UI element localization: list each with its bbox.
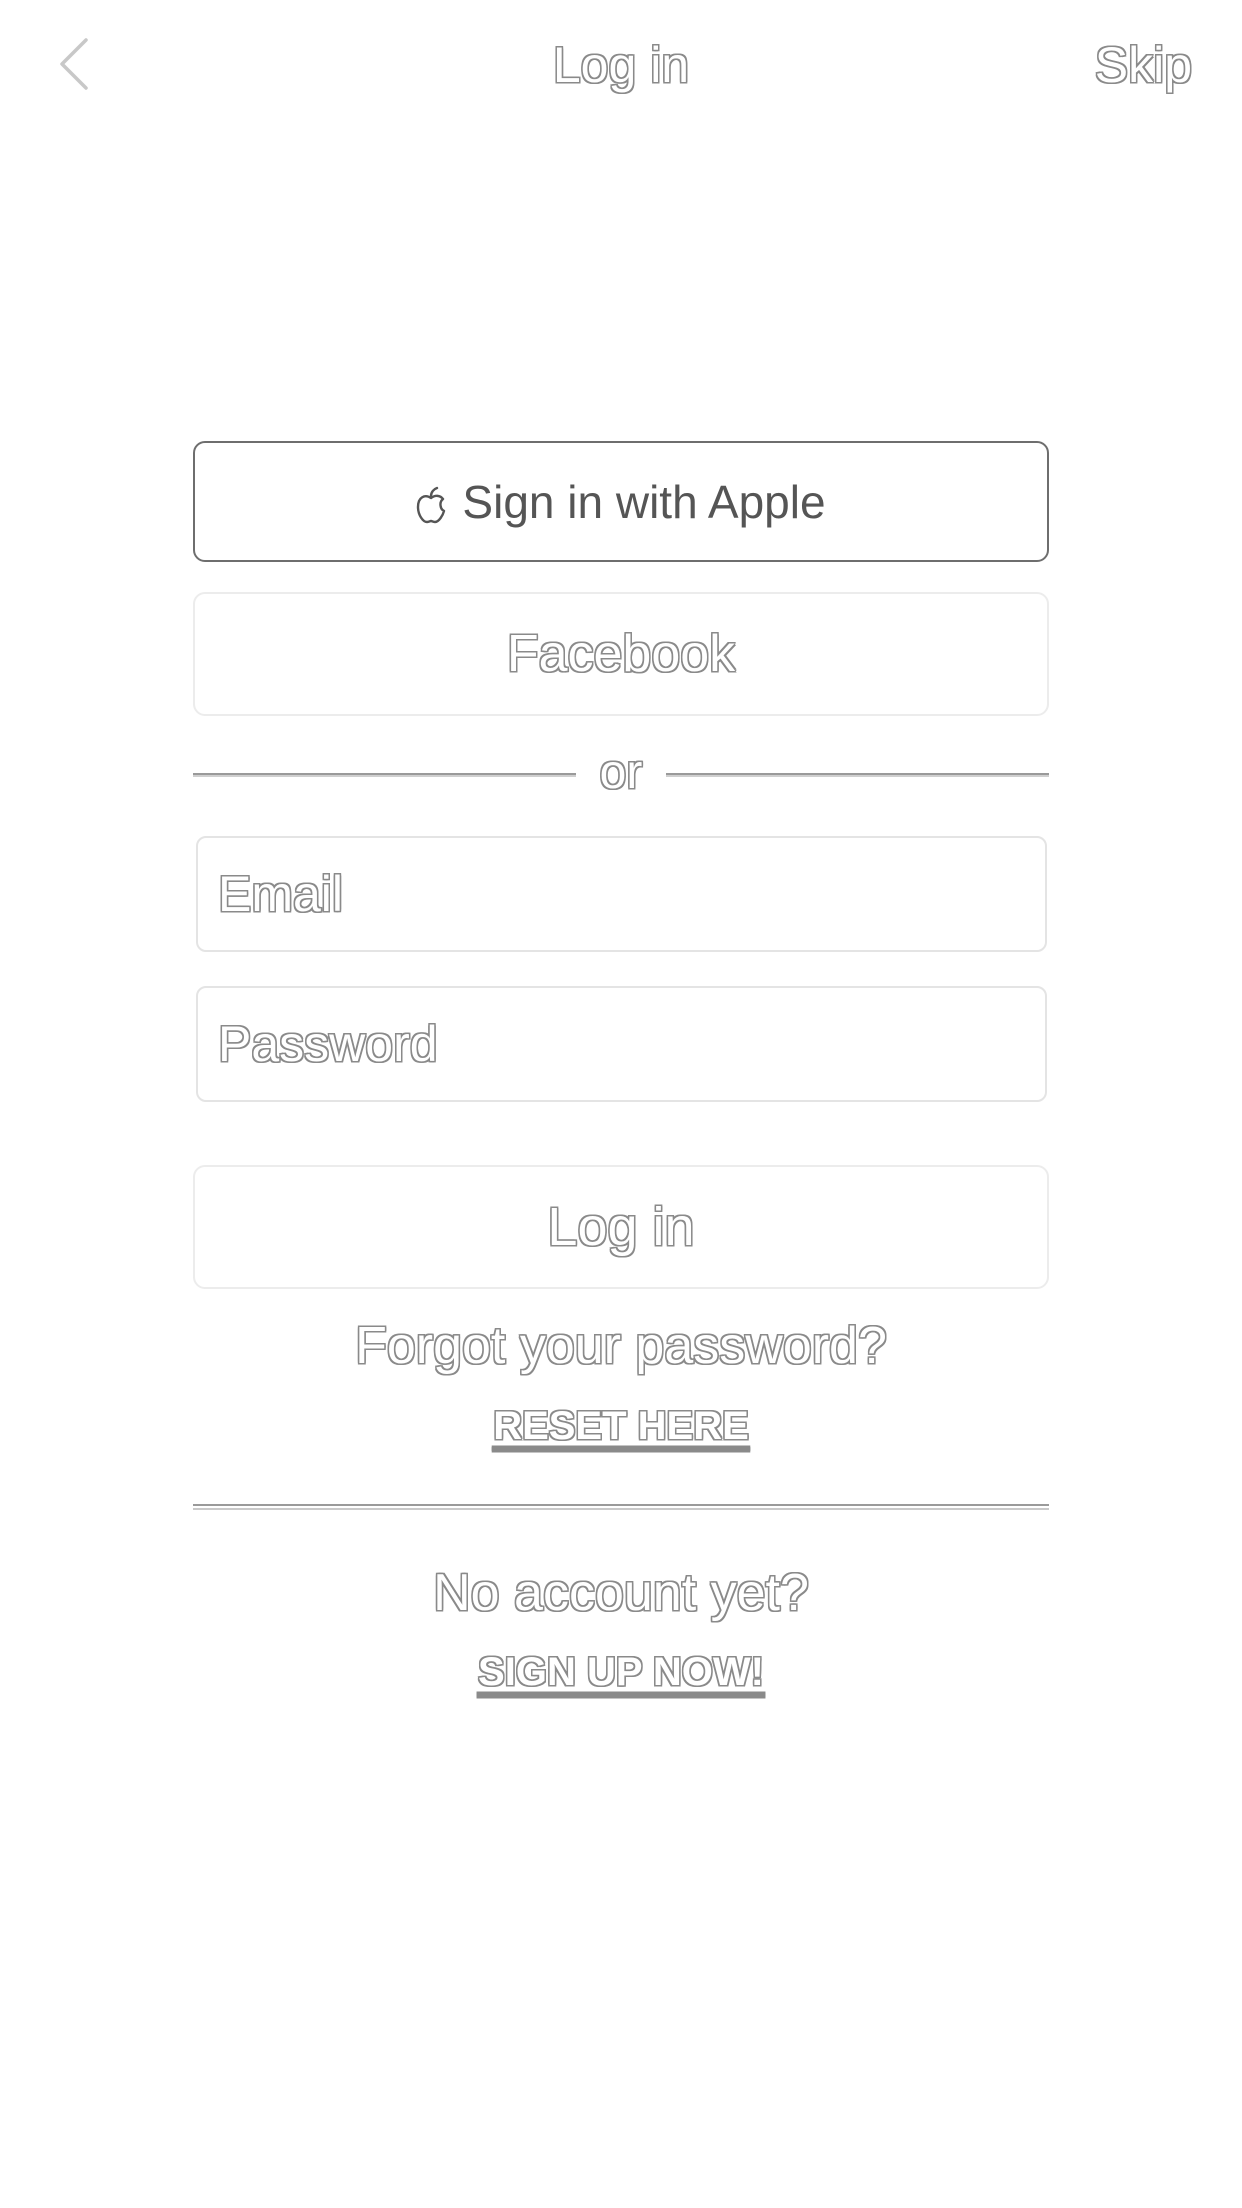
page-title: Log in	[552, 37, 690, 93]
apple-logo-icon	[416, 481, 446, 523]
email-field[interactable]: Email	[196, 836, 1047, 952]
reset-link-container: RESET HERE	[0, 1404, 1242, 1449]
signup-link-container: SIGN UP NOW!	[0, 1650, 1242, 1695]
email-placeholder: Email	[218, 866, 344, 922]
sign-in-with-apple-button[interactable]: Sign in with Apple	[193, 441, 1049, 562]
apple-button-label: Sign in with Apple	[462, 475, 826, 528]
sign-up-now-link[interactable]: SIGN UP NOW!	[478, 1650, 764, 1695]
divider-line-right	[666, 773, 1049, 777]
skip-button[interactable]: Skip	[1095, 36, 1192, 94]
divider-line-left	[193, 773, 576, 777]
or-divider: or	[193, 745, 1049, 805]
section-divider	[193, 1504, 1049, 1510]
forgot-password-text: Forgot your password?	[355, 1317, 887, 1375]
login-button-label: Log in	[547, 1197, 695, 1257]
facebook-login-button[interactable]: Facebook	[193, 592, 1049, 716]
or-label: or	[599, 745, 643, 799]
login-button[interactable]: Log in	[193, 1165, 1049, 1289]
no-account-text: No account yet?	[433, 1564, 809, 1622]
password-placeholder: Password	[218, 1016, 438, 1072]
reset-here-link[interactable]: RESET HERE	[493, 1404, 749, 1449]
facebook-button-label: Facebook	[506, 625, 736, 683]
password-field[interactable]: Password	[196, 986, 1047, 1102]
